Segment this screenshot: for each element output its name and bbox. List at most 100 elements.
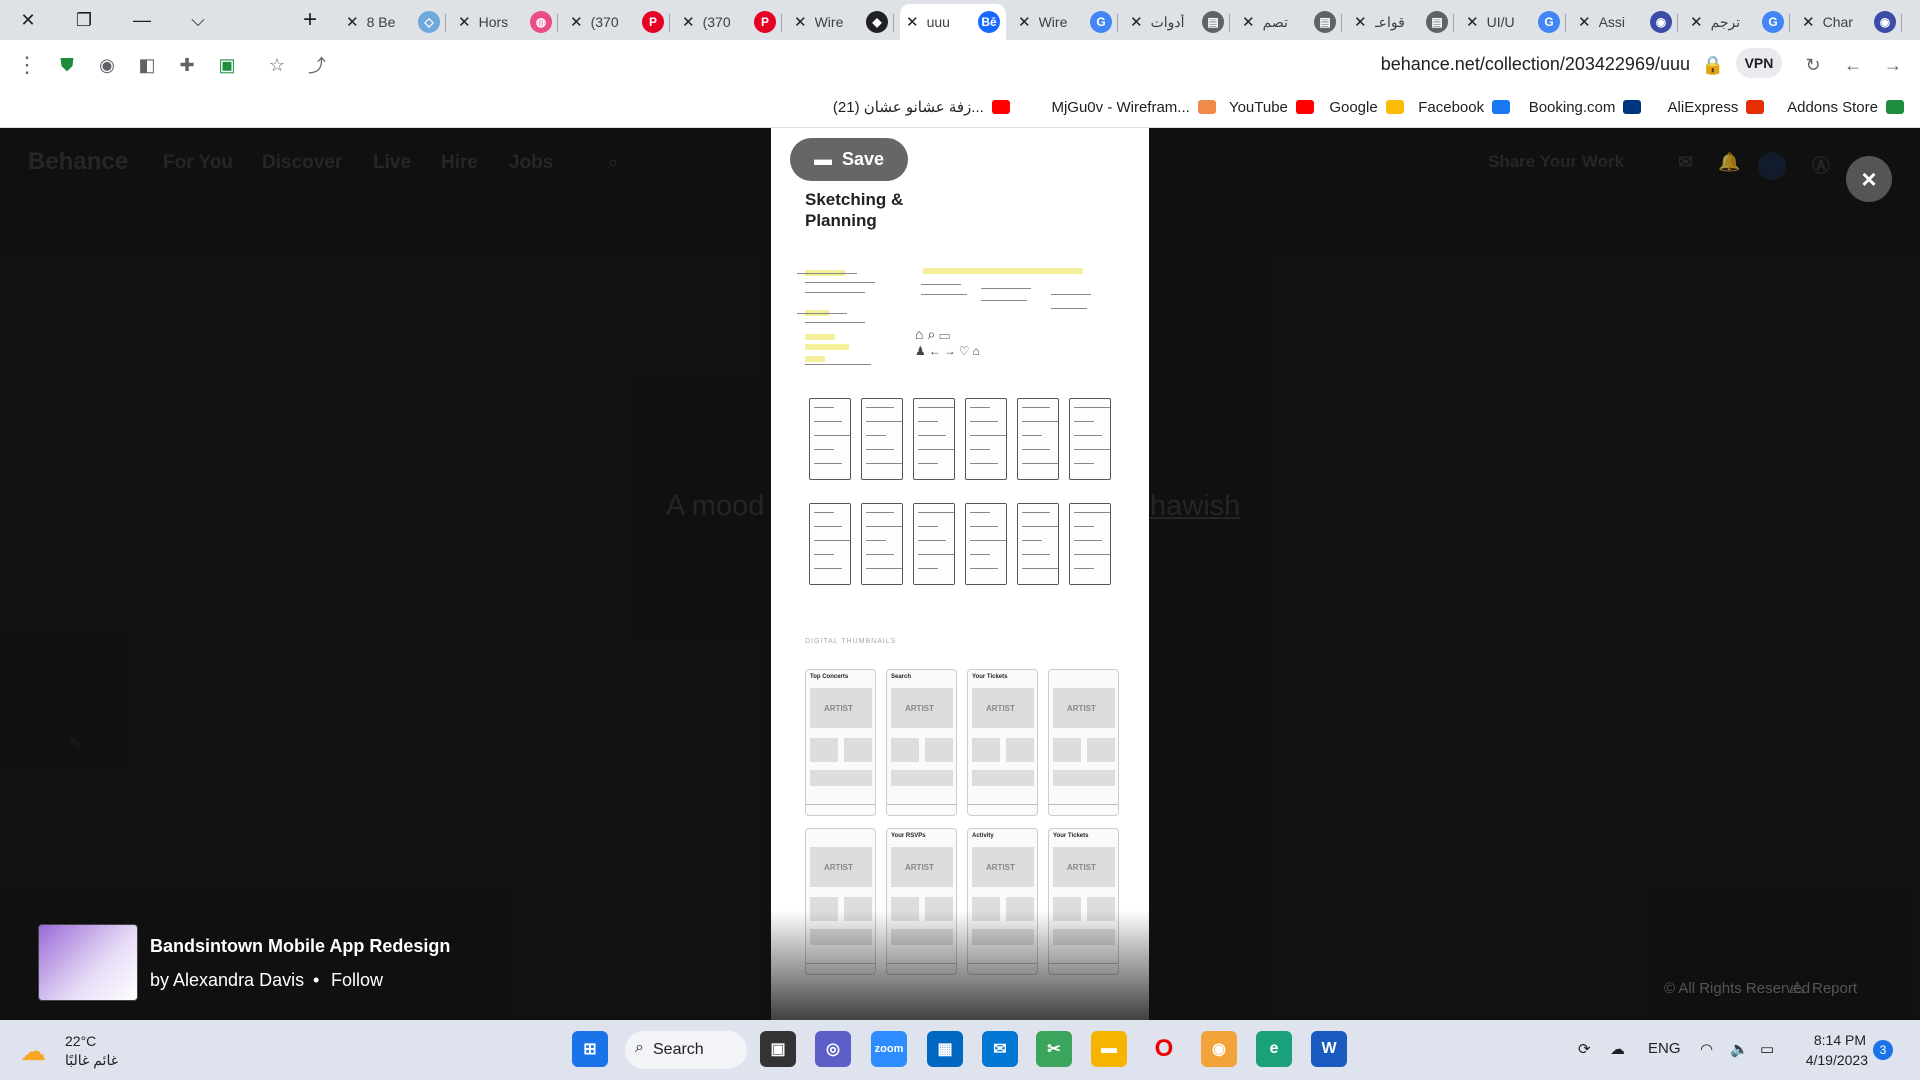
browser-tab[interactable]: ✕ Hors ◍ (452, 4, 558, 40)
bookmark-item[interactable]: Addons Store (1787, 96, 1904, 118)
wifi-icon[interactable]: ◠ (1700, 1040, 1713, 1058)
browser-tab[interactable]: ✕ uuu Bē (900, 4, 1006, 40)
browser-tab[interactable]: ✕ 8 Be ◇ (340, 4, 446, 40)
snipping-tool-icon[interactable]: ✂ (1036, 1031, 1072, 1067)
tab-close-icon[interactable]: ✕ (1802, 13, 1815, 31)
mail-app-icon[interactable]: ✉ (982, 1031, 1018, 1067)
sketch-notes-image (795, 268, 881, 368)
microsoft-store-icon[interactable]: ▦ (927, 1031, 963, 1067)
menu-dots-icon[interactable]: ⋮ (14, 52, 40, 78)
tab-search-chevron-icon[interactable]: ⌵ (180, 6, 216, 34)
bookmark-item[interactable]: YouTube (1229, 96, 1314, 118)
tab-close-icon[interactable]: ✕ (682, 13, 695, 31)
browser-tab[interactable]: ✕ (370 P (676, 4, 782, 40)
close-window-icon[interactable]: ✕ (10, 6, 46, 34)
onedrive-cloud-icon[interactable]: ☁ (1610, 1040, 1625, 1058)
project-cover-thumbnail[interactable] (38, 924, 138, 1001)
vpn-badge[interactable]: VPN (1736, 48, 1782, 78)
taskbar-search[interactable]: ⌕ Search (625, 1031, 747, 1069)
save-button[interactable]: ▬ Save (790, 138, 908, 181)
browser-tab[interactable]: ✕ Assi ◉ (1572, 4, 1678, 40)
tab-close-icon[interactable]: ✕ (1018, 13, 1031, 31)
weather-description[interactable]: غائم غالبًا (65, 1052, 118, 1069)
sketch-line (918, 568, 938, 569)
weather-cloud-icon[interactable]: ☁ (20, 1036, 46, 1067)
tab-close-icon[interactable]: ✕ (1466, 13, 1479, 31)
bookmark-item[interactable]: Facebook (1418, 96, 1511, 118)
tab-close-icon[interactable]: ✕ (906, 13, 919, 31)
tab-close-icon[interactable]: ✕ (346, 13, 359, 31)
share-icon[interactable]: ⤴ (304, 52, 330, 78)
sketch-line (918, 526, 938, 527)
bookmark-item[interactable]: Google (1329, 96, 1404, 118)
task-view-icon[interactable]: ▣ (760, 1031, 796, 1067)
edge-icon[interactable]: e (1256, 1031, 1292, 1067)
volume-icon[interactable]: 🔈 (1730, 1040, 1749, 1058)
tab-close-icon[interactable]: ✕ (1578, 13, 1591, 31)
new-tab-plus-icon[interactable]: + (292, 6, 328, 34)
bookmark-item[interactable]: MjGu0v - Wirefram... (1051, 96, 1216, 118)
browser-tab[interactable]: ✕ Wire ◆ (788, 4, 894, 40)
reload-icon[interactable]: ↻ (1800, 52, 1826, 78)
teams-chat-icon[interactable]: ◎ (815, 1031, 851, 1067)
browser-tab[interactable]: ✕ تصم ▤ (1236, 4, 1342, 40)
follow-button[interactable]: Follow (331, 970, 383, 991)
copyright-text: © All Rights Reserved (1664, 980, 1811, 997)
thumbnail-artist-label: ARTIST (824, 704, 853, 713)
extension-badge-icon[interactable]: ▣ (214, 52, 240, 78)
browser-tab[interactable]: ✕ Char ◉ (1796, 4, 1902, 40)
wireframe-sketch (1069, 398, 1111, 480)
sketch-line (1022, 463, 1058, 464)
tab-title: (370 (702, 14, 731, 30)
tab-close-icon[interactable]: ✕ (1354, 13, 1367, 31)
browser-tab[interactable]: ✕ قواعـ ▤ (1348, 4, 1454, 40)
report-link[interactable]: Report (1812, 980, 1857, 997)
file-explorer-icon[interactable]: ▬ (1091, 1031, 1127, 1067)
start-windows-icon[interactable]: ⊞ (572, 1031, 608, 1067)
tab-close-icon[interactable]: ✕ (1130, 13, 1143, 31)
bookmark-item[interactable]: Booking.com (1529, 96, 1642, 118)
browser-tab[interactable]: ✕ أدوات ▤ (1124, 4, 1230, 40)
tab-close-icon[interactable]: ✕ (458, 13, 471, 31)
tab-separator (1341, 14, 1342, 32)
tab-close-icon[interactable]: ✕ (1242, 13, 1255, 31)
browser-tab[interactable]: ✕ Wire G (1012, 4, 1118, 40)
forward-arrow-icon[interactable]: → (1880, 52, 1906, 78)
panel-bottom-fade (771, 910, 1149, 1020)
sketch-line (918, 540, 946, 541)
tab-close-icon[interactable]: ✕ (794, 13, 807, 31)
browser-tab[interactable]: ✕ UI/U G (1460, 4, 1566, 40)
battery-icon[interactable]: ▭ (1760, 1040, 1774, 1058)
close-modal-button[interactable]: × (1846, 156, 1892, 202)
project-title[interactable]: Bandsintown Mobile App Redesign (150, 936, 450, 957)
minimize-window-icon[interactable]: — (124, 6, 160, 34)
weather-temperature[interactable]: 22°C (65, 1033, 96, 1049)
browser-tab[interactable]: ✕ ترجم G (1684, 4, 1790, 40)
tab-close-icon[interactable]: ✕ (570, 13, 583, 31)
bookmark-item[interactable]: (21) زفة عشانو عشان... (833, 96, 1010, 118)
browser-tab[interactable]: ✕ (370 P (564, 4, 670, 40)
address-bar-url[interactable]: behance.net/collection/203422969/uuu (1381, 54, 1690, 75)
extensions-puzzle-icon[interactable]: ✚ (174, 52, 200, 78)
tab-title: Char (1822, 14, 1853, 30)
back-arrow-icon[interactable]: ← (1840, 52, 1866, 78)
sketch-line (918, 449, 954, 450)
word-icon[interactable]: W (1311, 1031, 1347, 1067)
restore-window-icon[interactable]: ❐ (66, 6, 102, 34)
tab-close-icon[interactable]: ✕ (1690, 13, 1703, 31)
shield-extension-icon[interactable]: ⛊ (54, 52, 80, 78)
profile-icon[interactable]: ◉ (94, 52, 120, 78)
notification-badge[interactable]: 3 (1873, 1040, 1893, 1060)
zoom-icon[interactable]: zoom (871, 1031, 907, 1067)
browser-active-icon[interactable]: ◉ (1201, 1031, 1237, 1067)
sidebar-icon[interactable]: ◧ (134, 52, 160, 78)
clock-time[interactable]: 8:14 PM (1800, 1032, 1866, 1048)
clock-date[interactable]: 4/19/2023 (1798, 1052, 1868, 1068)
opera-icon[interactable]: O (1146, 1031, 1182, 1067)
bookmark-item[interactable]: AliExpress (1668, 96, 1765, 118)
sketch-line (866, 526, 902, 527)
bookmark-star-icon[interactable]: ☆ (264, 52, 290, 78)
sync-icon[interactable]: ⟳ (1578, 1040, 1591, 1058)
project-author[interactable]: by Alexandra Davis (150, 970, 304, 991)
language-indicator[interactable]: ENG (1648, 1040, 1681, 1057)
